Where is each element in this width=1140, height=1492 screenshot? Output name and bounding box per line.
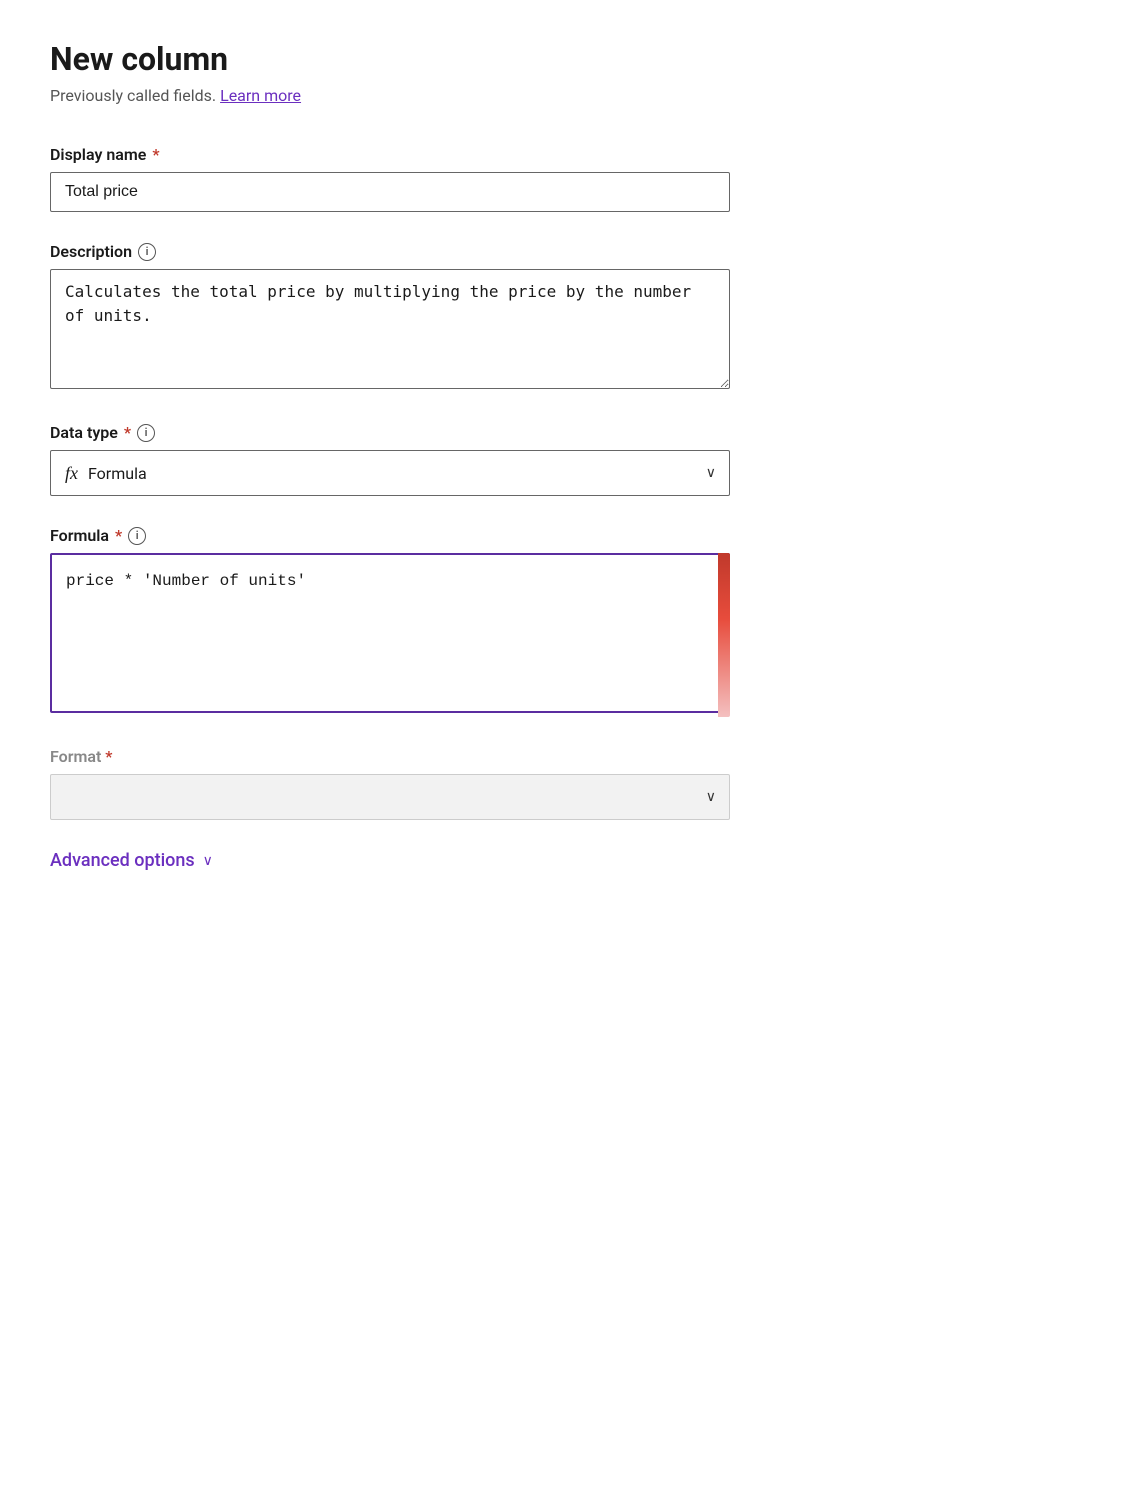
format-required: * (105, 747, 112, 766)
format-label-text: Format (50, 747, 101, 766)
display-name-label-text: Display name (50, 145, 146, 164)
display-name-required: * (152, 145, 159, 164)
data-type-select[interactable]: fx Formula (50, 450, 730, 496)
formula-required: * (115, 526, 122, 545)
formula-label: Formula * i (50, 526, 730, 545)
learn-more-link[interactable]: Learn more (220, 86, 301, 105)
format-select[interactable] (50, 774, 730, 820)
page-title: New column (50, 40, 1090, 78)
formula-field-wrapper: price * 'Number of units' (50, 553, 730, 717)
subtitle-text: Previously called fields. Learn more (50, 86, 1090, 105)
advanced-options-toggle[interactable]: Advanced options ∨ (50, 850, 1090, 871)
data-type-value: Formula (88, 464, 147, 483)
format-label: Format * (50, 747, 730, 766)
data-type-info-icon[interactable]: i (137, 424, 155, 442)
data-type-label: Data type * i (50, 423, 730, 442)
format-select-wrapper: ∨ (50, 774, 730, 820)
display-name-label: Display name * (50, 145, 730, 164)
formula-accent-bar (718, 553, 730, 717)
data-type-label-text: Data type (50, 423, 118, 442)
format-section: Format * ∨ (50, 747, 730, 820)
data-type-section: Data type * i fx Formula ∨ (50, 423, 730, 496)
display-name-input[interactable] (50, 172, 730, 212)
description-section: Description i Calculates the total price… (50, 242, 730, 393)
formula-label-text: Formula (50, 526, 109, 545)
display-name-section: Display name * (50, 145, 730, 212)
formula-input[interactable]: price * 'Number of units' (50, 553, 730, 713)
description-label: Description i (50, 242, 730, 261)
data-type-required: * (124, 423, 131, 442)
formula-info-icon[interactable]: i (128, 527, 146, 545)
description-input[interactable]: Calculates the total price by multiplyin… (50, 269, 730, 389)
fx-icon: fx (65, 463, 78, 484)
data-type-select-wrapper: fx Formula ∨ (50, 450, 730, 496)
advanced-options-label: Advanced options (50, 850, 195, 871)
subtitle-label: Previously called fields. (50, 86, 216, 105)
advanced-options-chevron-icon: ∨ (203, 853, 213, 869)
description-label-text: Description (50, 242, 132, 261)
formula-section: Formula * i price * 'Number of units' (50, 526, 730, 717)
description-info-icon[interactable]: i (138, 243, 156, 261)
